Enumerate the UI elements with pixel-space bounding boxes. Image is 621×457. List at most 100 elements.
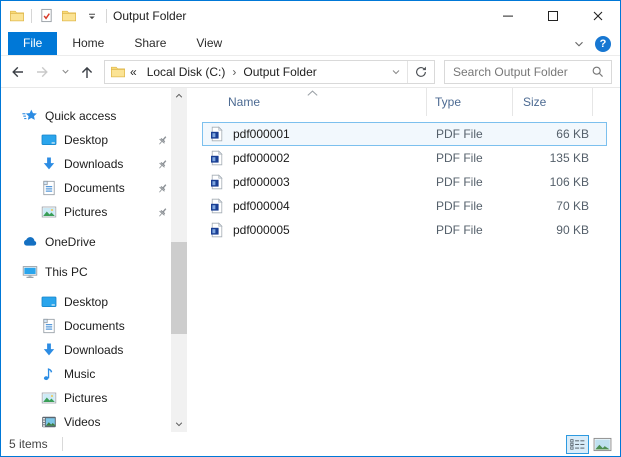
app-folder-icon: [8, 7, 26, 25]
file-type: PDF File: [428, 127, 514, 141]
file-name: pdf000004: [233, 199, 290, 213]
window-title: Output Folder: [113, 9, 186, 23]
quick-access-icon: [22, 108, 38, 124]
sidebar-item-desktop[interactable]: Desktop: [1, 128, 197, 152]
scrollbar-track[interactable]: [171, 104, 187, 416]
caption-buttons: [485, 1, 620, 30]
address-dropdown-chevron-icon[interactable]: [385, 61, 407, 83]
column-header-type[interactable]: Type: [427, 88, 513, 116]
breadcrumb-output-folder[interactable]: Output Folder: [237, 65, 322, 79]
quick-access-toolbar: [1, 7, 107, 25]
file-row[interactable]: pdf000001 PDF File 66 KB: [202, 122, 607, 146]
pin-icon: [156, 206, 169, 219]
file-type: PDF File: [428, 175, 514, 189]
forward-button[interactable]: [31, 60, 55, 84]
address-folder-icon: [110, 64, 126, 80]
file-name: pdf000002: [233, 151, 290, 165]
maximize-button[interactable]: [530, 1, 575, 30]
back-button[interactable]: [5, 60, 29, 84]
details-view-button[interactable]: [566, 435, 589, 454]
close-icon: [590, 8, 606, 24]
file-row[interactable]: pdf000005 PDF File 90 KB: [202, 218, 607, 242]
pdf-file-icon: [209, 198, 225, 214]
sidebar-item-music[interactable]: Music: [1, 362, 197, 386]
sidebar-item-pictures[interactable]: Pictures: [1, 386, 197, 410]
file-row[interactable]: pdf000004 PDF File 70 KB: [202, 194, 607, 218]
qat-properties-check-icon[interactable]: [37, 7, 55, 25]
sidebar-item-this-pc[interactable]: This PC: [1, 260, 197, 284]
desktop-icon: [41, 294, 57, 310]
column-header-size[interactable]: Size: [513, 88, 593, 116]
file-list-panel: Name Type Size pdf000001 PDF File 66 KB …: [197, 88, 620, 432]
back-arrow-icon: [9, 64, 25, 80]
recent-locations-chevron-icon[interactable]: [57, 60, 73, 84]
pdf-file-icon: [209, 174, 225, 190]
breadcrumb-collapse-chevrons[interactable]: «: [126, 65, 141, 79]
sidebar-item-downloads[interactable]: Downloads: [1, 338, 197, 362]
sidebar-item-documents[interactable]: Documents: [1, 176, 197, 200]
file-row[interactable]: pdf000003 PDF File 106 KB: [202, 170, 607, 194]
main-area: Quick access Desktop Downloads Documents…: [1, 88, 620, 432]
tab-home[interactable]: Home: [57, 32, 119, 55]
close-button[interactable]: [575, 1, 620, 30]
sidebar-item-downloads[interactable]: Downloads: [1, 152, 197, 176]
qat-folder-icon[interactable]: [60, 7, 78, 25]
file-type: PDF File: [428, 199, 514, 213]
file-size: 70 KB: [514, 199, 594, 213]
downloads-icon: [41, 342, 57, 358]
file-name: pdf000005: [233, 223, 290, 237]
titlebar-separator: [106, 9, 107, 23]
maximize-icon: [545, 8, 561, 24]
tab-share[interactable]: Share: [119, 32, 181, 55]
address-bar[interactable]: « Local Disk (C:) › Output Folder: [104, 60, 435, 84]
documents-icon: [41, 318, 57, 334]
help-icon[interactable]: ?: [595, 36, 611, 52]
sidebar-item-quick-access[interactable]: Quick access: [1, 104, 197, 128]
file-rows: pdf000001 PDF File 66 KB pdf000002 PDF F…: [202, 122, 607, 242]
search-input[interactable]: [445, 61, 585, 83]
tab-view[interactable]: View: [181, 32, 237, 55]
file-type: PDF File: [428, 151, 514, 165]
column-header-filler: [593, 92, 607, 112]
breadcrumb-local-disk[interactable]: Local Disk (C:): [141, 65, 232, 79]
sidebar-item-onedrive[interactable]: OneDrive: [1, 230, 197, 254]
sidebar-scrollbar[interactable]: [171, 88, 187, 432]
details-view-icon: [568, 437, 588, 452]
videos-icon: [41, 414, 57, 430]
titlebar-separator: [31, 9, 32, 23]
sidebar-item-documents[interactable]: Documents: [1, 314, 197, 338]
refresh-button[interactable]: [408, 61, 434, 83]
up-button[interactable]: [75, 60, 99, 84]
thumbnails-view-button[interactable]: [591, 435, 614, 454]
pictures-icon: [41, 204, 57, 220]
ribbon-tab-bar: File Home Share View ?: [1, 30, 620, 56]
scrollbar-thumb[interactable]: [171, 242, 187, 334]
sidebar-item-videos[interactable]: Videos: [1, 410, 197, 434]
file-size: 106 KB: [514, 175, 594, 189]
minimize-button[interactable]: [485, 1, 530, 30]
pin-icon: [156, 158, 169, 171]
scroll-down-icon[interactable]: [171, 416, 187, 432]
sidebar-item-desktop[interactable]: Desktop: [1, 290, 197, 314]
qat-customize-dropdown-icon[interactable]: [83, 7, 101, 25]
thumbnails-view-icon: [593, 437, 612, 452]
file-size: 66 KB: [514, 127, 594, 141]
titlebar: Output Folder: [1, 1, 620, 30]
pictures-icon: [41, 390, 57, 406]
pdf-file-icon: [209, 222, 225, 238]
column-header-row: Name Type Size: [202, 88, 607, 116]
status-separator: [62, 437, 63, 451]
pdf-file-icon: [209, 126, 225, 142]
scroll-up-icon[interactable]: [171, 88, 187, 104]
sidebar-item-pictures[interactable]: Pictures: [1, 200, 197, 224]
music-icon: [41, 366, 57, 382]
pin-icon: [156, 182, 169, 195]
sort-ascending-icon[interactable]: [305, 89, 320, 97]
onedrive-icon: [22, 234, 38, 250]
search-icon[interactable]: [585, 65, 611, 79]
ribbon-expand-chevron-icon[interactable]: [572, 37, 586, 51]
status-bar: 5 items: [1, 432, 620, 456]
tab-file[interactable]: File: [8, 32, 57, 55]
file-row[interactable]: pdf000002 PDF File 135 KB: [202, 146, 607, 170]
file-size: 90 KB: [514, 223, 594, 237]
